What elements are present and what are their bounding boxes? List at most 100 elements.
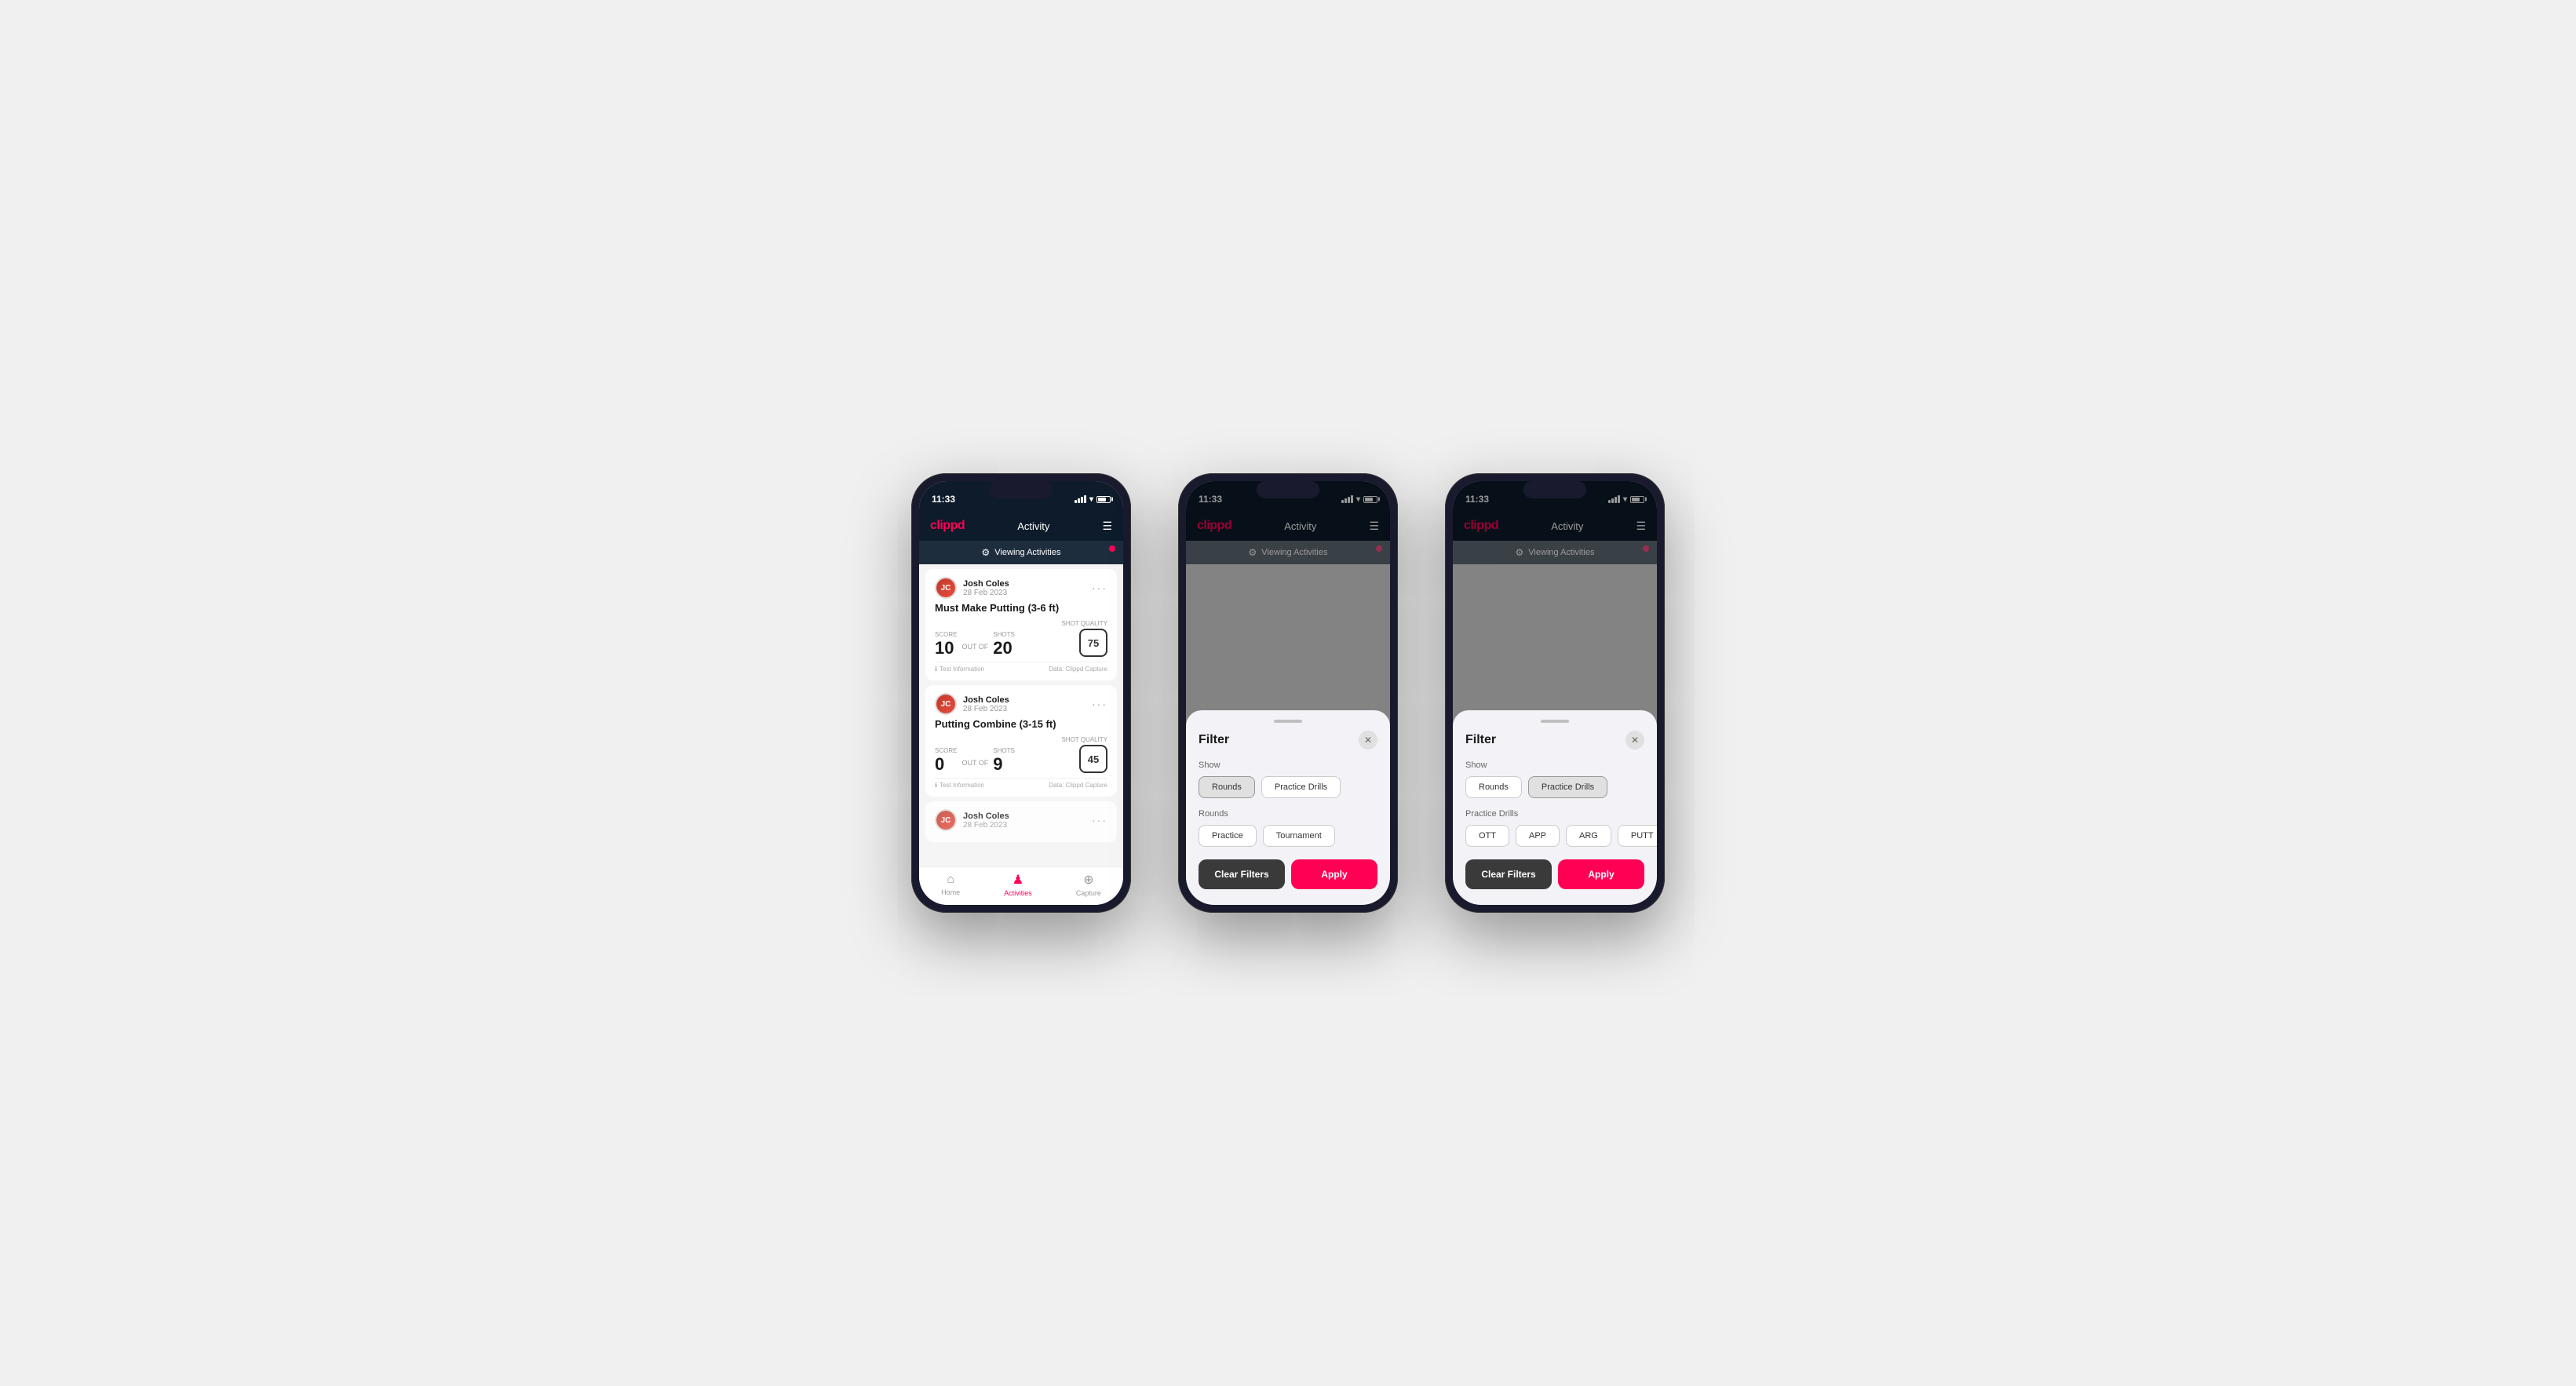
score-label-1: Score [935, 631, 957, 638]
filter-title-2: Filter [1199, 733, 1229, 747]
shots-value-1: 20 [993, 640, 1015, 657]
shots-label-1: Shots [993, 631, 1015, 638]
score-block-2: Score 0 [935, 747, 957, 773]
activity-title-1: Must Make Putting (3-6 ft) [935, 602, 1107, 614]
apply-btn-2[interactable]: Apply [1291, 859, 1377, 889]
user-info-1: JC Josh Coles 28 Feb 2023 [935, 577, 1009, 599]
close-button-2[interactable]: ✕ [1359, 731, 1377, 750]
score-block-1: Score 10 [935, 631, 957, 657]
home-label-1: Home [941, 888, 960, 896]
viewing-banner-1[interactable]: ⚙ Viewing Activities [919, 541, 1123, 564]
status-time-1: 11:33 [932, 494, 955, 505]
user-details-3: Josh Coles 28 Feb 2023 [963, 812, 1009, 830]
shots-block-1: Shots 20 [993, 631, 1015, 657]
activity-title-2: Putting Combine (3-15 ft) [935, 718, 1107, 730]
rounds-label-2: Rounds [1199, 809, 1377, 819]
quality-block-2: Shot Quality 45 [1061, 736, 1107, 773]
logo-1: clippd [930, 519, 965, 533]
phone-notch-1 [990, 481, 1053, 498]
more-dots-1[interactable]: ··· [1092, 582, 1107, 594]
avatar-1: JC [935, 577, 957, 599]
activities-icon-1: ♟ [1013, 872, 1023, 888]
card-header-1: JC Josh Coles 28 Feb 2023 ··· [935, 577, 1107, 599]
viewing-label-1: Viewing Activities [994, 548, 1060, 557]
show-label-2: Show [1199, 760, 1377, 770]
nav-home-1[interactable]: ⌂ Home [941, 873, 960, 896]
footer-info-1: ℹ Test Information [935, 666, 984, 673]
phone-1-screen: 11:33 ▾ clippd Activity [919, 481, 1123, 905]
practice-drills-btn-3[interactable]: Practice Drills [1528, 776, 1607, 798]
quality-badge-2: 45 [1079, 745, 1107, 773]
rounds-buttons-2: Practice Tournament [1199, 825, 1377, 847]
capture-icon-1: ⊕ [1083, 872, 1093, 888]
filter-header-3: Filter ✕ [1465, 731, 1644, 750]
activity-card-2: JC Josh Coles 28 Feb 2023 ··· Putting Co… [925, 685, 1117, 797]
rounds-btn-2[interactable]: Rounds [1199, 776, 1255, 798]
nav-activities-1[interactable]: ♟ Activities [1004, 872, 1032, 897]
card-footer-1: ℹ Test Information Data: Clippd Capture [935, 662, 1107, 673]
ott-btn-3[interactable]: OTT [1465, 825, 1509, 847]
activity-card-1: JC Josh Coles 28 Feb 2023 ··· Must Make … [925, 569, 1117, 680]
practice-round-btn-2[interactable]: Practice [1199, 825, 1257, 847]
tournament-btn-2[interactable]: Tournament [1263, 825, 1335, 847]
sheet-handle-2 [1274, 720, 1302, 723]
user-info-3: JC Josh Coles 28 Feb 2023 [935, 809, 1009, 831]
practice-drills-btn-2[interactable]: Practice Drills [1261, 776, 1341, 798]
avatar-3: JC [935, 809, 957, 831]
user-date-2: 28 Feb 2023 [963, 705, 1009, 713]
phone-2-screen: 11:33 ▾ clippd Activity [1186, 481, 1390, 905]
quality-block-1: Shot Quality 75 [1061, 620, 1107, 657]
user-details-1: Josh Coles 28 Feb 2023 [963, 579, 1009, 597]
scroll-content-1[interactable]: JC Josh Coles 28 Feb 2023 ··· Must Make … [919, 564, 1123, 866]
activity-card-3: JC Josh Coles 28 Feb 2023 ··· [925, 801, 1117, 842]
show-label-3: Show [1465, 760, 1644, 770]
stats-row-2: Score 0 OUT OF Shots 9 Shot Quality 45 [935, 736, 1107, 773]
close-button-3[interactable]: ✕ [1626, 731, 1644, 750]
filter-sheet-2: Filter ✕ Show Rounds Practice Drills Rou… [1186, 710, 1390, 905]
user-name-1: Josh Coles [963, 579, 1009, 589]
clear-filters-btn-2[interactable]: Clear Filters [1199, 859, 1285, 889]
quality-badge-1: 75 [1079, 629, 1107, 657]
filter-actions-2: Clear Filters Apply [1199, 859, 1377, 889]
shots-value-2: 9 [993, 756, 1015, 773]
menu-icon-1[interactable]: ☰ [1102, 520, 1112, 533]
bottom-nav-1: ⌂ Home ♟ Activities ⊕ Capture [919, 866, 1123, 905]
phone-3-screen: 11:33 ▾ clippd Activity [1453, 481, 1657, 905]
clear-filters-btn-3[interactable]: Clear Filters [1465, 859, 1552, 889]
avatar-inner-3: JC [936, 811, 955, 830]
card-footer-2: ℹ Test Information Data: Clippd Capture [935, 778, 1107, 789]
nav-capture-1[interactable]: ⊕ Capture [1076, 872, 1101, 897]
more-dots-2[interactable]: ··· [1092, 698, 1107, 710]
home-icon-1: ⌂ [947, 873, 954, 887]
score-label-2: Score [935, 747, 957, 754]
apply-btn-3[interactable]: Apply [1558, 859, 1644, 889]
phone-1: 11:33 ▾ clippd Activity [911, 473, 1131, 913]
user-date-1: 28 Feb 2023 [963, 589, 1009, 597]
user-name-3: Josh Coles [963, 812, 1009, 821]
out-of-1: OUT OF [961, 643, 988, 654]
arg-btn-3[interactable]: ARG [1566, 825, 1611, 847]
footer-data-1: Data: Clippd Capture [1049, 666, 1107, 673]
score-value-2: 0 [935, 756, 957, 773]
app-btn-3[interactable]: APP [1516, 825, 1560, 847]
card-header-3: JC Josh Coles 28 Feb 2023 ··· [935, 809, 1107, 831]
putt-btn-3[interactable]: PUTT [1618, 825, 1657, 847]
user-name-2: Josh Coles [963, 695, 1009, 705]
shots-block-2: Shots 9 [993, 747, 1015, 773]
phone-2: 11:33 ▾ clippd Activity [1178, 473, 1398, 913]
show-buttons-3: Rounds Practice Drills [1465, 776, 1644, 798]
avatar-2: JC [935, 693, 957, 715]
activities-label-1: Activities [1004, 889, 1032, 897]
phone-notch-2 [1257, 481, 1319, 498]
filter-sheet-3: Filter ✕ Show Rounds Practice Drills Pra… [1453, 710, 1657, 905]
user-details-2: Josh Coles 28 Feb 2023 [963, 695, 1009, 713]
signal-icon-1 [1075, 495, 1086, 503]
filter-actions-3: Clear Filters Apply [1465, 859, 1644, 889]
footer-data-2: Data: Clippd Capture [1049, 782, 1107, 789]
rounds-btn-3[interactable]: Rounds [1465, 776, 1522, 798]
more-dots-3[interactable]: ··· [1092, 814, 1107, 826]
info-icon-2: ℹ [935, 782, 937, 789]
show-buttons-2: Rounds Practice Drills [1199, 776, 1377, 798]
header-title-1: Activity [1017, 520, 1049, 532]
capture-label-1: Capture [1076, 889, 1101, 897]
